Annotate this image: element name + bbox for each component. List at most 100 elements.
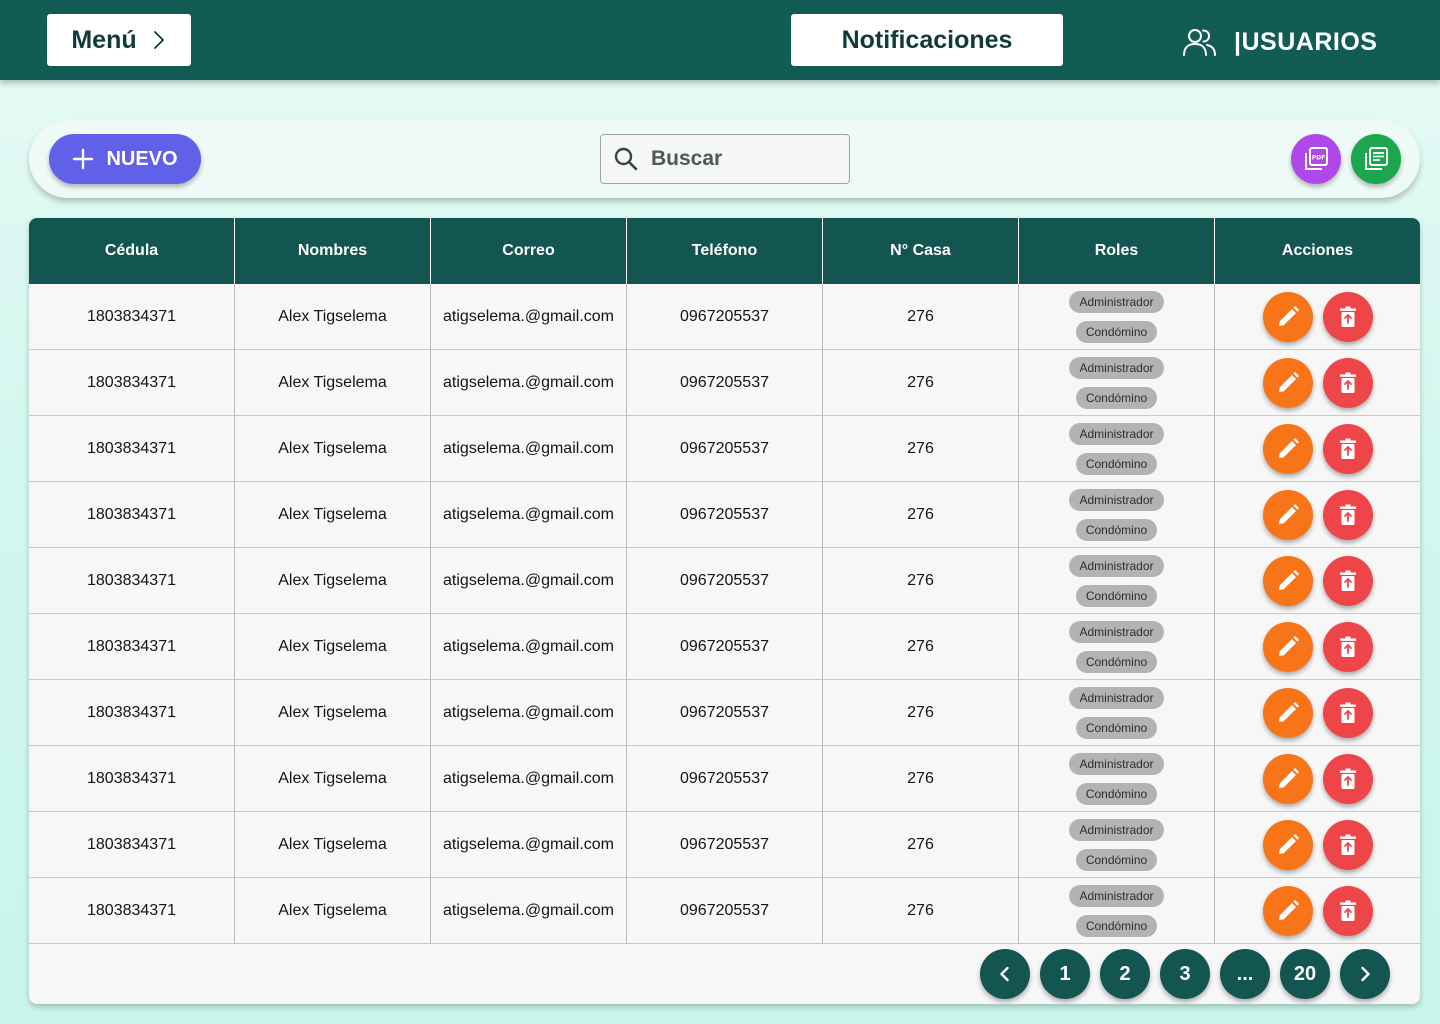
cell-telefono: 0967205537 (627, 548, 823, 613)
role-badge-condomino: Condómino (1075, 584, 1158, 607)
cell-casa: 276 (823, 614, 1019, 679)
cell-cedula: 1803834371 (29, 614, 235, 679)
trash-icon (1339, 702, 1356, 723)
pencil-icon (1278, 437, 1299, 458)
cell-nombres: Alex Tigselema (235, 878, 431, 943)
delete-button[interactable] (1322, 291, 1373, 342)
cell-telefono: 0967205537 (627, 482, 823, 547)
page-button-last[interactable]: 20 (1280, 949, 1330, 999)
cell-cedula: 1803834371 (29, 680, 235, 745)
table-row: 1803834371 Alex Tigselema atigselema.@gmai… (29, 548, 1420, 614)
toolbar: NUEVO Buscar PDF (29, 120, 1420, 198)
new-user-button[interactable]: NUEVO (49, 134, 201, 184)
cell-telefono: 0967205537 (627, 416, 823, 481)
cell-correo: atigselema.@gmail.com (431, 350, 627, 415)
edit-button[interactable] (1262, 621, 1313, 672)
trash-icon (1339, 768, 1356, 789)
cell-nombres: Alex Tigselema (235, 350, 431, 415)
pencil-icon (1278, 701, 1299, 722)
cell-correo: atigselema.@gmail.com (431, 878, 627, 943)
delete-button[interactable] (1322, 423, 1373, 474)
trash-icon (1339, 504, 1356, 525)
role-badge-administrador: Administrador (1069, 488, 1164, 511)
previous-page-button[interactable] (980, 949, 1030, 999)
cell-telefono: 0967205537 (627, 746, 823, 811)
search-placeholder: Buscar (651, 147, 723, 170)
trash-icon (1339, 570, 1356, 591)
role-badge-condomino: Condómino (1075, 716, 1158, 739)
cell-telefono: 0967205537 (627, 812, 823, 877)
column-header-acciones: Acciones (1281, 242, 1354, 259)
cell-nombres: Alex Tigselema (235, 746, 431, 811)
cell-casa: 276 (823, 548, 1019, 613)
menu-label: Menú (71, 25, 137, 54)
table-row: 1803834371 Alex Tigselema atigselema.@gmai… (29, 812, 1420, 878)
cell-casa: 276 (823, 812, 1019, 877)
users-section-header: |USUARIOS (1182, 22, 1377, 62)
delete-button[interactable] (1322, 687, 1373, 738)
cell-correo: atigselema.@gmail.com (431, 548, 627, 613)
cell-cedula: 1803834371 (29, 812, 235, 877)
edit-button[interactable] (1262, 819, 1313, 870)
cell-correo: atigselema.@gmail.com (431, 614, 627, 679)
edit-button[interactable] (1262, 687, 1313, 738)
page-button-3[interactable]: 3 (1160, 949, 1210, 999)
edit-button[interactable] (1262, 753, 1313, 804)
edit-button[interactable] (1262, 357, 1313, 408)
cell-actions (1215, 548, 1420, 613)
column-header-casa: N° Casa (823, 218, 1019, 284)
role-badge-condomino: Condómino (1075, 320, 1158, 343)
edit-button[interactable] (1262, 885, 1313, 936)
cell-actions (1215, 416, 1420, 481)
cell-cedula: 1803834371 (29, 878, 235, 943)
role-badge-administrador: Administrador (1069, 356, 1164, 379)
menu-button[interactable]: Menú (47, 14, 191, 66)
role-badge-condomino: Condómino (1075, 848, 1158, 871)
cell-telefono: 0967205537 (627, 614, 823, 679)
delete-button[interactable] (1322, 885, 1373, 936)
page-button-2[interactable]: 2 (1100, 949, 1150, 999)
delete-button[interactable] (1322, 357, 1373, 408)
cell-cedula: 1803834371 (29, 482, 235, 547)
role-badge-administrador: Administrador (1069, 554, 1164, 577)
trash-icon (1339, 306, 1356, 327)
page-title: |USUARIOS (1234, 27, 1378, 56)
delete-button[interactable] (1322, 621, 1373, 672)
delete-button[interactable] (1322, 819, 1373, 870)
cell-correo: atigselema.@gmail.com (431, 416, 627, 481)
cell-actions (1215, 482, 1420, 547)
page-ellipsis-button[interactable]: ... (1220, 949, 1270, 999)
pencil-icon (1278, 635, 1299, 656)
cell-roles: Administrador Condómino (1019, 614, 1215, 679)
delete-button[interactable] (1322, 753, 1373, 804)
edit-button[interactable] (1262, 555, 1313, 606)
cell-telefono: 0967205537 (627, 350, 823, 415)
chevron-left-icon (1000, 966, 1009, 982)
trash-icon (1339, 372, 1356, 393)
role-badge-administrador: Administrador (1069, 620, 1164, 643)
svg-text:PDF: PDF (1312, 155, 1325, 162)
delete-button[interactable] (1322, 489, 1373, 540)
table-header: Cédula Nombres Correo Teléfono N° Casa R… (29, 218, 1420, 284)
delete-button[interactable] (1322, 555, 1373, 606)
cell-casa: 276 (823, 746, 1019, 811)
edit-button[interactable] (1262, 489, 1313, 540)
cell-roles: Administrador Condómino (1019, 350, 1215, 415)
table-row: 1803834371 Alex Tigselema atigselema.@gmai… (29, 284, 1420, 350)
next-page-button[interactable] (1340, 949, 1390, 999)
cell-correo: atigselema.@gmail.com (431, 284, 627, 349)
export-excel-button[interactable] (1351, 134, 1401, 184)
role-badge-administrador: Administrador (1069, 884, 1164, 907)
cell-actions (1215, 746, 1420, 811)
export-pdf-button[interactable]: PDF (1291, 134, 1341, 184)
search-input[interactable]: Buscar (600, 134, 850, 184)
edit-button[interactable] (1262, 291, 1313, 342)
page-button-1[interactable]: 1 (1040, 949, 1090, 999)
column-header-cedula: Cédula (29, 218, 235, 284)
notifications-button[interactable]: Notificaciones (791, 14, 1063, 66)
cell-nombres: Alex Tigselema (235, 812, 431, 877)
search-icon (614, 147, 638, 171)
cell-casa: 276 (823, 350, 1019, 415)
edit-button[interactable] (1262, 423, 1313, 474)
cell-actions (1215, 878, 1420, 943)
